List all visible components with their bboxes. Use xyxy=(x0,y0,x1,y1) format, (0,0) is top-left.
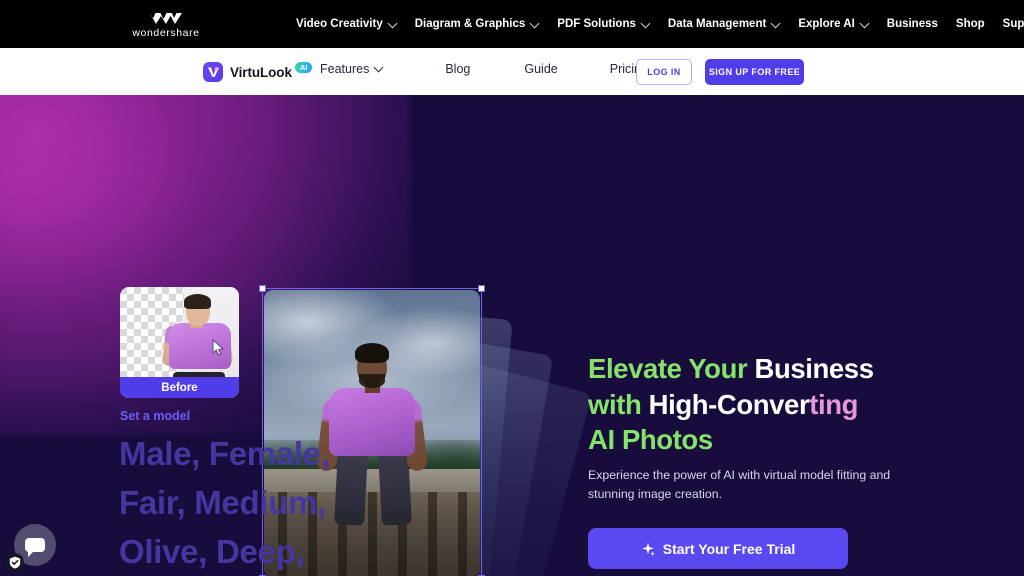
wondershare-logo[interactable]: wondershare xyxy=(128,8,204,42)
subnav-label: Features xyxy=(320,62,370,76)
headline-part: Your xyxy=(688,353,755,384)
set-a-model-link[interactable]: Set a model xyxy=(120,409,190,423)
product-nav-links: Features Blog Guide Pricing xyxy=(320,62,648,76)
attribute-text: Male, Female, xyxy=(119,435,330,472)
chevron-down-icon xyxy=(389,20,397,28)
nav-label: Data Management xyxy=(667,18,767,30)
model-attribute-list: Male, Female, Fair, Medium, Olive, Deep,… xyxy=(119,429,539,576)
subnav-label: Guide xyxy=(524,62,558,76)
global-nav-links: Video Creativity Diagram & Graphics PDF … xyxy=(296,0,1024,48)
headline-part: Business xyxy=(754,353,874,384)
login-button[interactable]: LOG IN xyxy=(636,59,692,85)
chevron-down-icon xyxy=(772,20,780,28)
subnav-item-features[interactable]: Features xyxy=(320,62,383,76)
global-top-navbar: wondershare Video Creativity Diagram & G… xyxy=(0,0,1024,48)
nav-item-support[interactable]: Support xyxy=(1003,18,1024,30)
nav-label: Business xyxy=(886,18,938,30)
chevron-down-icon xyxy=(861,20,869,28)
wondershare-w-logo-icon xyxy=(149,12,183,25)
nav-label: Video Creativity xyxy=(296,18,383,30)
nav-item-explore-ai[interactable]: Explore AI xyxy=(798,18,868,30)
subnav-item-blog[interactable]: Blog xyxy=(445,62,470,76)
hero-subtitle: Experience the power of AI with virtual … xyxy=(588,468,891,501)
nav-item-pdf-solutions[interactable]: PDF Solutions xyxy=(557,18,650,30)
headline-part: with xyxy=(588,388,649,420)
shield-check-icon[interactable] xyxy=(5,553,24,572)
attribute-text: Fair, Medium, xyxy=(119,484,326,521)
attribute-text: Olive, Deep, xyxy=(119,533,305,570)
model-hair xyxy=(355,343,389,364)
virtulook-name: VirtuLook xyxy=(230,64,292,80)
attribute-line: Fair, Medium, xyxy=(119,478,539,527)
chat-bubble-icon xyxy=(25,538,45,557)
nav-label: Support xyxy=(1002,18,1024,30)
headline-part: ting xyxy=(809,388,859,420)
nav-item-diagram-graphics[interactable]: Diagram & Graphics xyxy=(415,18,540,30)
headline-part: High-Conver xyxy=(648,388,810,420)
headline-part: AI Photos xyxy=(588,424,713,455)
attribute-line: Male, Female, xyxy=(119,429,539,478)
nav-item-data-management[interactable]: Data Management xyxy=(668,18,780,30)
chevron-down-icon xyxy=(531,20,539,28)
cta-label: Start Your Free Trial xyxy=(662,540,796,557)
nav-label: Shop xyxy=(955,18,985,30)
headline-part: Elevate xyxy=(588,353,689,384)
before-label-badge: Before xyxy=(120,377,239,398)
start-free-trial-button[interactable]: Start Your Free Trial xyxy=(588,528,848,569)
mouse-pointer-icon xyxy=(212,338,225,361)
hero-section: Before Set a model Male, Female, Fair, M… xyxy=(0,95,1024,576)
nav-item-video-creativity[interactable]: Video Creativity xyxy=(296,18,397,30)
chevron-down-icon xyxy=(642,20,650,28)
ai-badge: AI xyxy=(294,62,313,73)
virtulook-brand[interactable]: VirtuLook AI xyxy=(203,62,313,82)
signup-for-free-button[interactable]: SIGN UP FOR FREE xyxy=(705,59,804,85)
nav-label: PDF Solutions xyxy=(557,18,636,30)
attribute-line: Olive, Deep, xyxy=(119,527,539,576)
wondershare-wordmark: wondershare xyxy=(132,26,200,39)
chevron-down-icon xyxy=(375,65,383,73)
hero-headline: Elevate Your Business with High-Converti… xyxy=(588,351,928,458)
model-beard xyxy=(359,373,385,388)
nav-label: Diagram & Graphics xyxy=(414,18,526,30)
nav-item-business[interactable]: Business xyxy=(887,18,938,30)
subnav-item-guide[interactable]: Guide xyxy=(524,62,557,76)
nav-label: Explore AI xyxy=(798,18,855,30)
virtulook-logo-icon xyxy=(203,62,223,82)
sparkle-icon xyxy=(641,542,655,556)
thumb-hair xyxy=(184,293,212,309)
subnav-label: Blog xyxy=(445,62,471,76)
nav-item-shop[interactable]: Shop xyxy=(956,18,985,30)
